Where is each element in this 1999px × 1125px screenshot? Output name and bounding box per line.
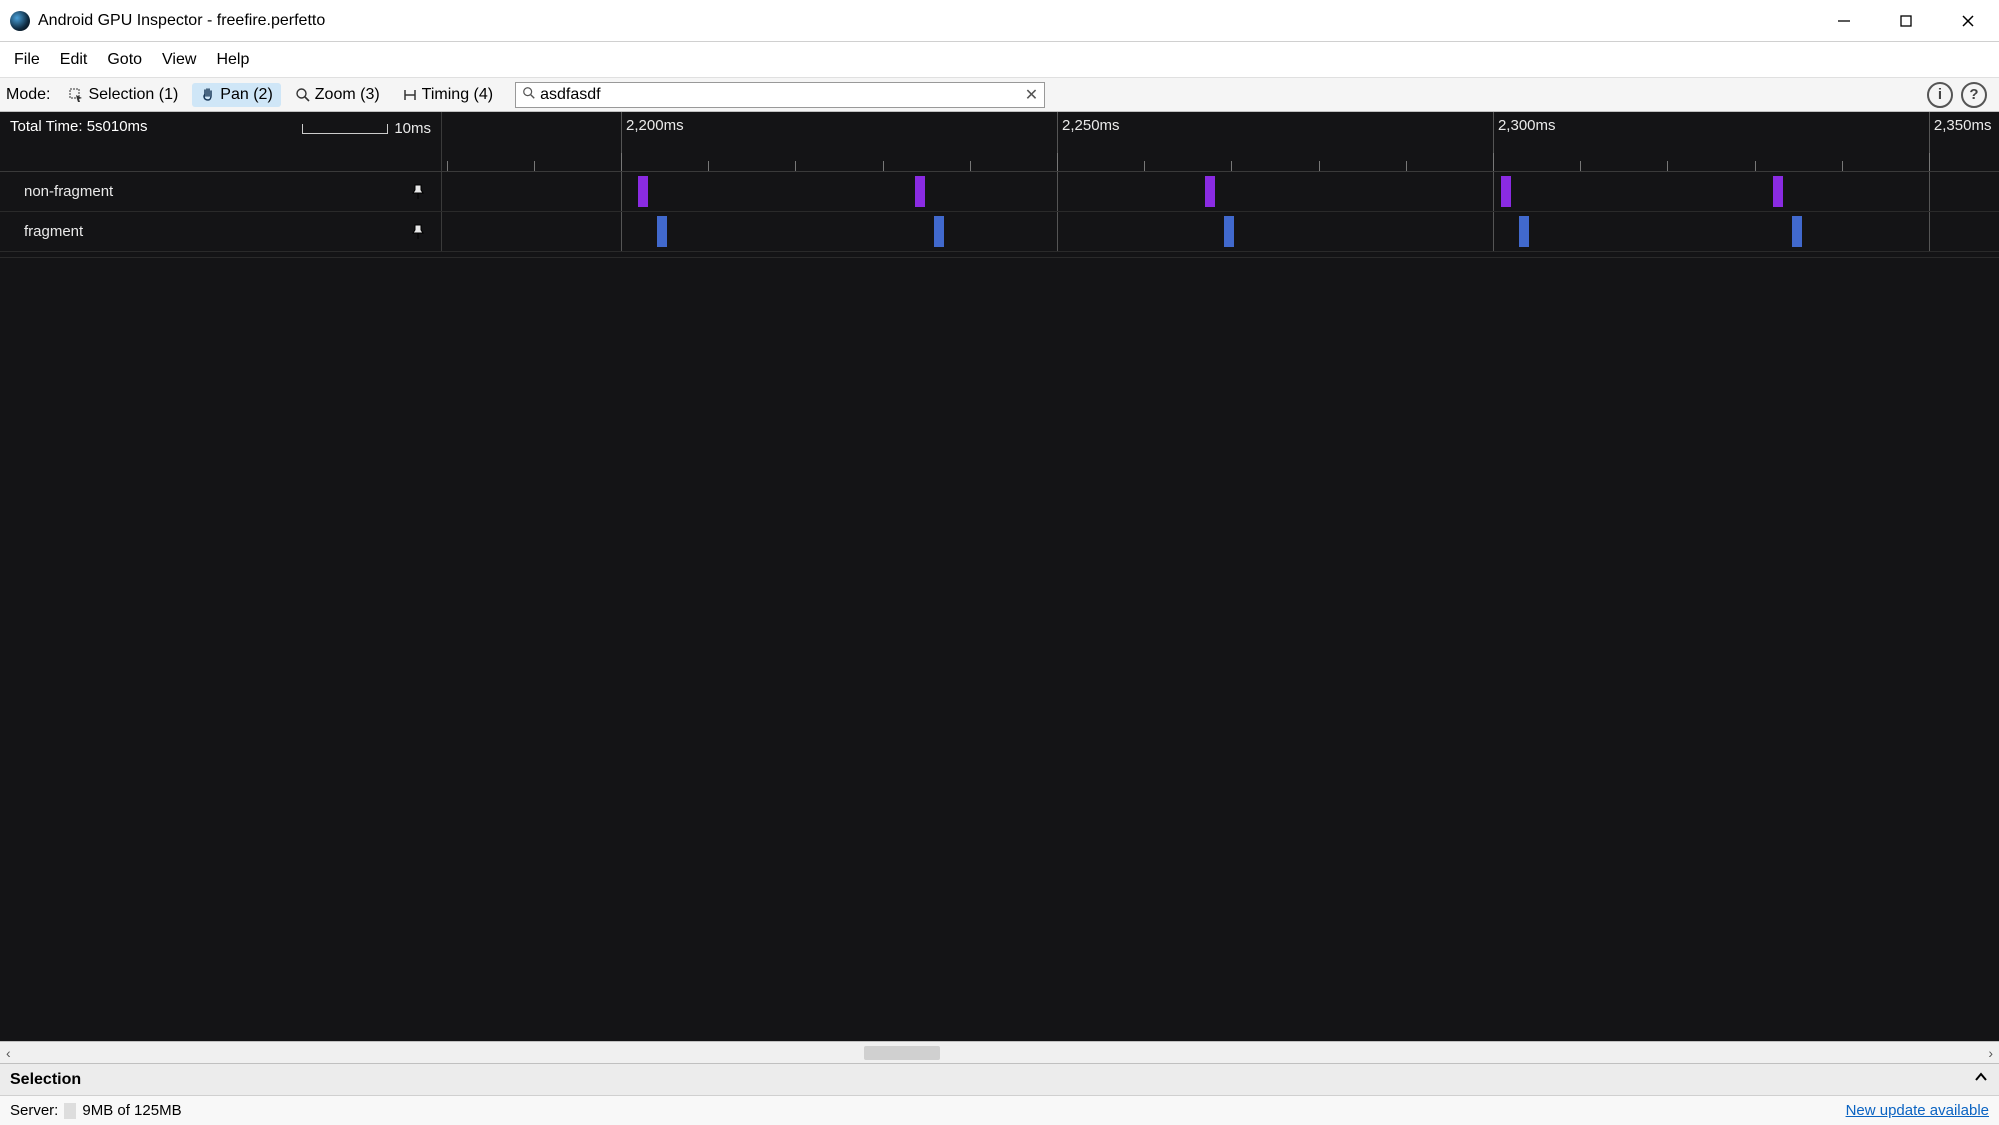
- chevron-up-icon: [1973, 1069, 1989, 1085]
- hscroll-thumb[interactable]: [864, 1046, 940, 1060]
- window-titlebar: Android GPU Inspector - freefire.perfett…: [0, 0, 1999, 42]
- pin-icon[interactable]: [411, 224, 425, 240]
- zoom-icon: [295, 87, 311, 103]
- window-minimize-button[interactable]: [1813, 0, 1875, 42]
- mode-selection-label: Selection (1): [88, 86, 178, 104]
- track-canvas[interactable]: [442, 212, 1999, 251]
- timeline-header: Total Time: 5s010ms 10ms 2,200ms 2,250ms 2…: [0, 112, 1999, 172]
- menu-view[interactable]: View: [152, 45, 206, 75]
- help-icon: ?: [1969, 86, 1978, 103]
- memory-usage-bar: [64, 1103, 76, 1119]
- window-maximize-button[interactable]: [1875, 0, 1937, 42]
- mode-selection-button[interactable]: Selection (1): [60, 83, 186, 107]
- maximize-icon: [1899, 14, 1913, 28]
- trace-event[interactable]: [915, 176, 925, 207]
- search-box[interactable]: ✕: [515, 82, 1045, 108]
- ruler-major-label: 2,200ms: [626, 117, 684, 134]
- search-input[interactable]: [540, 86, 1025, 104]
- trace-viewer: Total Time: 5s010ms 10ms 2,200ms 2,250ms 2…: [0, 112, 1999, 1041]
- track-gridline: [1057, 172, 1058, 211]
- trace-event[interactable]: [657, 216, 667, 247]
- track-gridline: [1493, 212, 1494, 251]
- pin-icon[interactable]: [411, 184, 425, 200]
- window-title: Android GPU Inspector - freefire.perfett…: [38, 12, 325, 30]
- trace-event[interactable]: [1205, 176, 1215, 207]
- track-label-cell[interactable]: fragment: [0, 212, 442, 251]
- hscroll-left-arrow[interactable]: ‹: [6, 1045, 11, 1061]
- update-available-link[interactable]: New update available: [1846, 1102, 1989, 1119]
- mode-pan-button[interactable]: Pan (2): [192, 83, 280, 107]
- track-gridline: [1057, 212, 1058, 251]
- hscroll-right-arrow[interactable]: ›: [1988, 1045, 1993, 1061]
- minimize-icon: [1837, 14, 1851, 28]
- selection-panel-toggle[interactable]: [1973, 1069, 1989, 1090]
- server-label: Server:: [10, 1102, 58, 1119]
- timeline-header-sidebar: Total Time: 5s010ms 10ms: [0, 112, 442, 171]
- help-button[interactable]: ?: [1961, 82, 1987, 108]
- mode-pan-label: Pan (2): [220, 86, 272, 104]
- ruler-major-label: 2,300ms: [1498, 117, 1556, 134]
- menu-file[interactable]: File: [4, 45, 50, 75]
- track-canvas[interactable]: [442, 172, 1999, 211]
- mode-timing-button[interactable]: Timing (4): [394, 83, 501, 107]
- trace-event[interactable]: [1792, 216, 1802, 247]
- trace-event[interactable]: [1519, 216, 1529, 247]
- track-row[interactable]: non-fragment: [0, 172, 1999, 212]
- track-gridline: [1929, 212, 1930, 251]
- track-gridline: [1929, 172, 1930, 211]
- trace-event[interactable]: [934, 216, 944, 247]
- menu-bar: File Edit Goto View Help: [0, 42, 1999, 78]
- ruler-major-label: 2,250ms: [1062, 117, 1120, 134]
- track-row[interactable]: fragment: [0, 212, 1999, 252]
- tracks-empty-space[interactable]: [0, 258, 1999, 1041]
- menu-goto[interactable]: Goto: [97, 45, 152, 75]
- selection-panel-title: Selection: [10, 1071, 81, 1089]
- selection-icon: [68, 87, 84, 103]
- vertical-scrollbar[interactable]: [1979, 112, 1999, 1041]
- mode-zoom-button[interactable]: Zoom (3): [287, 83, 388, 107]
- window-close-button[interactable]: [1937, 0, 1999, 42]
- pan-icon: [200, 87, 216, 103]
- track-gridline: [621, 172, 622, 211]
- close-icon: [1961, 14, 1975, 28]
- toolbar-right-icons: i ?: [1927, 82, 1993, 108]
- info-icon: i: [1938, 86, 1942, 103]
- scale-indicator: 10ms: [302, 120, 431, 137]
- scale-label: 10ms: [394, 120, 431, 137]
- tracks-container: non-fragment fragment: [0, 172, 1999, 252]
- horizontal-scrollbar[interactable]: ‹ ›: [0, 1041, 1999, 1063]
- trace-event[interactable]: [638, 176, 648, 207]
- menu-help[interactable]: Help: [206, 45, 259, 75]
- scale-bar-icon: [302, 124, 388, 134]
- trace-event[interactable]: [1773, 176, 1783, 207]
- track-gridline: [621, 212, 622, 251]
- toolbar: Mode: Selection (1) Pan (2) Zoom (3) Tim…: [0, 78, 1999, 112]
- info-button[interactable]: i: [1927, 82, 1953, 108]
- app-icon: [10, 11, 30, 31]
- timeline-area[interactable]: Total Time: 5s010ms 10ms 2,200ms 2,250ms 2…: [0, 112, 1999, 1041]
- track-name-label: non-fragment: [24, 183, 113, 200]
- status-bar: Server: 9MB of 125MB New update availabl…: [0, 1095, 1999, 1125]
- trace-event[interactable]: [1501, 176, 1511, 207]
- trace-event[interactable]: [1224, 216, 1234, 247]
- mode-timing-label: Timing (4): [422, 86, 493, 104]
- timing-icon: [402, 87, 418, 103]
- selection-panel[interactable]: Selection: [0, 1063, 1999, 1095]
- memory-usage-text: 9MB of 125MB: [82, 1102, 181, 1119]
- mode-label: Mode:: [6, 86, 50, 104]
- window-controls: [1813, 0, 1999, 42]
- menu-edit[interactable]: Edit: [50, 45, 98, 75]
- track-label-cell[interactable]: non-fragment: [0, 172, 442, 211]
- track-gridline: [1493, 172, 1494, 211]
- mode-zoom-label: Zoom (3): [315, 86, 380, 104]
- clear-search-button[interactable]: ✕: [1025, 85, 1038, 105]
- search-icon: [522, 86, 536, 103]
- track-name-label: fragment: [24, 223, 83, 240]
- time-ruler[interactable]: 2,200ms2,250ms2,300ms2,350ms: [442, 112, 1999, 171]
- ruler-minor-ticks: [442, 153, 1999, 171]
